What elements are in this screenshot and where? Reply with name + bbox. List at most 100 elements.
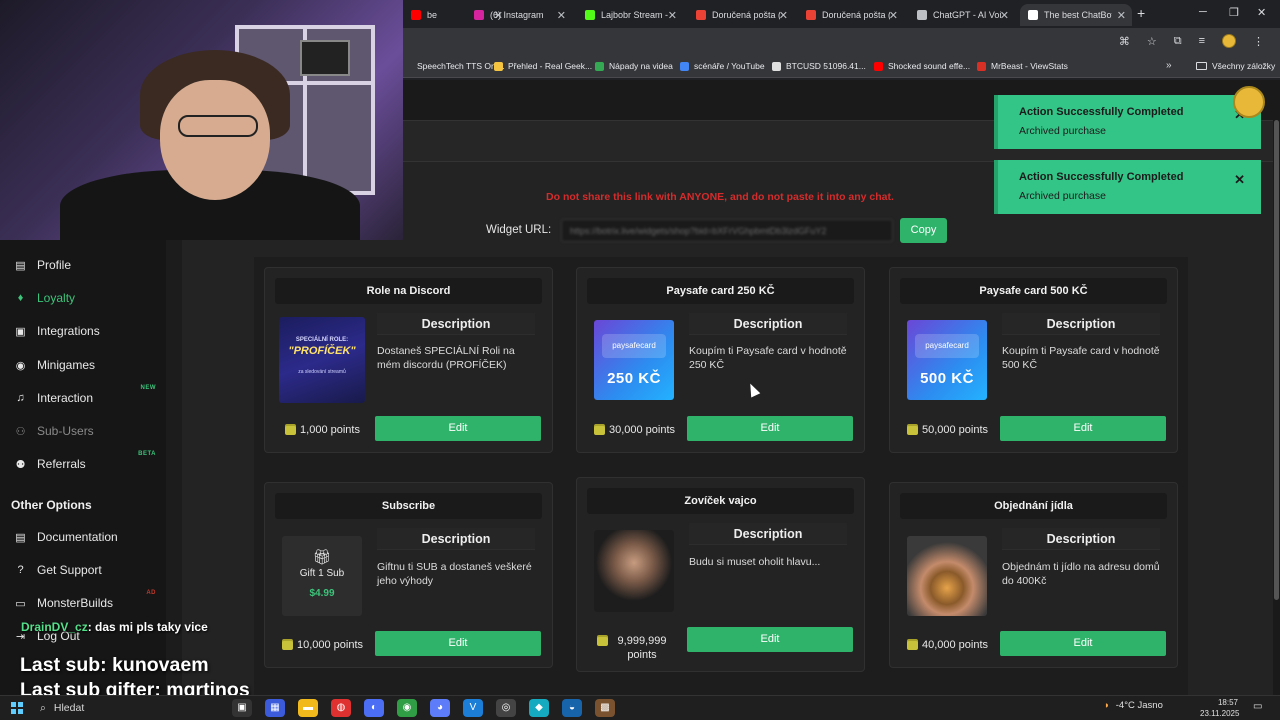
weather-widget[interactable]: ◗ -4°C Jasno (1104, 700, 1163, 711)
scrollbar-thumb[interactable] (1274, 120, 1279, 600)
reward-title: Zovíček vajco (587, 488, 854, 514)
edit-button[interactable]: Edit (1000, 631, 1166, 656)
bookmark[interactable]: MrBeast - ViewStats (977, 61, 1068, 71)
bookmark[interactable]: SpeechTech TTS Onl... (403, 61, 505, 71)
browser-tab[interactable]: Doručená pošta (✕ (798, 4, 904, 26)
sidebar-item-loyalty[interactable]: ♦ Loyalty (14, 291, 164, 305)
browser-tab[interactable]: The best ChatBot ✕ (1020, 4, 1132, 26)
points-cost: 50,000 points (900, 424, 995, 436)
browser-tab[interactable]: Doručená pošta (✕ (688, 4, 794, 26)
edit-button[interactable]: Edit (375, 416, 541, 441)
sidebar-item-sub-users[interactable]: ⚇ Sub-Users (14, 424, 164, 438)
browser-tab[interactable]: ChatGPT - AI Voi ✕ (909, 4, 1015, 26)
discord-icon[interactable]: ◕ (430, 699, 450, 717)
browser-tab[interactable]: Lajbobr Stream - ✕ (577, 4, 683, 26)
close-tab-icon[interactable]: ✕ (1117, 9, 1126, 22)
taskbar-search[interactable]: ⌕ Hledat (32, 698, 210, 718)
sidebar-item-documentation[interactable]: ▤ Documentation (14, 530, 164, 544)
edit-button[interactable]: Edit (687, 416, 853, 441)
restore-icon[interactable]: ❐ (1229, 6, 1239, 19)
close-tab-icon[interactable]: ✕ (889, 9, 898, 22)
copy-button[interactable]: Copy (900, 218, 947, 243)
warning-text: Do not share this link with ANYONE, and … (546, 191, 894, 203)
notification-icon[interactable]: ▭ (1253, 701, 1262, 712)
file-explorer-icon[interactable]: ▬ (298, 699, 318, 717)
steam-icon[interactable]: ◒ (562, 699, 582, 717)
music-icon: ♫ (16, 392, 25, 404)
nav-badge: NEW (140, 385, 156, 391)
coins-icon (593, 425, 605, 435)
menu-icon[interactable]: ⋮ (1253, 35, 1264, 48)
close-tab-icon[interactable]: ✕ (1000, 9, 1009, 22)
users-icon: ⚇ (15, 425, 26, 438)
chrome-icon[interactable]: ◉ (397, 699, 417, 717)
close-tab-icon[interactable]: ✕ (779, 9, 788, 22)
clock[interactable]: 18:57 23.11.2025 (1200, 697, 1239, 719)
bookmark[interactable]: BTCUSD 51096.41... (772, 61, 866, 71)
points-cost: 1,000 points (275, 424, 370, 436)
points-cost: 10,000 points (275, 639, 370, 651)
bookmark[interactable]: Přehled - Real Geek... (494, 61, 592, 71)
app-icon[interactable]: ◆ (529, 699, 549, 717)
bookmark[interactable]: Shocked sound effe... (874, 61, 970, 71)
close-tab-icon[interactable]: ✕ (668, 9, 677, 22)
description-heading: Description (689, 523, 847, 545)
close-window-icon[interactable]: ✕ (1257, 6, 1266, 19)
other-options-heading: Other Options (11, 498, 92, 512)
close-icon[interactable]: ✕ (1234, 172, 1245, 188)
sidebar-item-integrations[interactable]: ▣ Integrations (14, 324, 164, 338)
minimize-icon[interactable]: ─ (1199, 6, 1207, 18)
youtube-icon (411, 10, 421, 20)
bookmark-icon (772, 61, 781, 71)
edit-button[interactable]: Edit (687, 627, 853, 652)
new-tab-button[interactable]: + (1137, 5, 1145, 21)
sidebar-item-monsterbuilds[interactable]: ▭ MonsterBuilds AD (14, 590, 164, 610)
sidebar-item-referrals[interactable]: ⚉ Referrals BETA (14, 451, 164, 471)
paysafecard-logo: paysafecard (602, 334, 666, 358)
app-icon[interactable]: ◐ (364, 699, 384, 717)
app-icon[interactable]: V (463, 699, 483, 717)
description-heading: Description (377, 313, 535, 335)
reward-card: Zovíček vajco Description Budu si muset … (576, 477, 865, 672)
sidebar-item-get-support[interactable]: ? Get Support (14, 563, 164, 577)
reward-title: Objednání jídla (900, 493, 1167, 519)
reward-image (594, 530, 674, 612)
lajbobr-icon (585, 10, 595, 20)
close-tab-icon[interactable]: ✕ (557, 9, 566, 22)
gift-icon: 🎁︎ (312, 549, 332, 566)
bookmark-icon (403, 61, 412, 71)
id-card-icon: ▤ (15, 259, 26, 272)
sidebar-item-interaction[interactable]: ♫ Interaction NEW (14, 385, 164, 405)
scrollbar[interactable] (1273, 80, 1280, 695)
paysafecard-logo: paysafecard (915, 334, 979, 358)
obs-icon[interactable]: ◎ (496, 699, 516, 717)
reading-list-icon[interactable]: ≡ (1199, 35, 1205, 47)
sidebar-item-minigames[interactable]: ◉ Minigames (14, 358, 164, 372)
bookmark[interactable]: scénáře / YouTube (680, 61, 765, 71)
description-text: Giftnu ti SUB a dostaneš veškeré jeho vý… (377, 561, 532, 587)
app-icon[interactable]: ◍ (331, 699, 351, 717)
widget-url-field[interactable]: https://botrix.live/widgets/shop?bid=bXF… (561, 219, 893, 242)
app-icon[interactable]: ▩ (595, 699, 615, 717)
last-sub-text: Last sub: kunovaem (20, 654, 209, 676)
profile-avatar[interactable] (1222, 34, 1236, 48)
reward-image: 🎁︎ Gift 1 Sub $4.99 (282, 536, 362, 616)
edit-button[interactable]: Edit (1000, 416, 1166, 441)
translate-icon[interactable]: ⌘ (1119, 35, 1130, 48)
description-text: Koupím ti Paysafe card v hodnotě 250 KČ (689, 345, 847, 371)
star-icon[interactable]: ☆ (1147, 35, 1157, 48)
sidebar-item-profile[interactable]: ▤ Profile (14, 258, 164, 272)
user-avatar[interactable] (1233, 86, 1265, 118)
windows-start-icon[interactable] (11, 702, 23, 714)
description-heading: Description (689, 313, 847, 335)
bookmark[interactable]: Nápady na videa (595, 61, 673, 71)
edit-button[interactable]: Edit (375, 631, 541, 656)
extensions-icon[interactable]: ⧉ (1174, 35, 1182, 48)
task-view-icon[interactable]: ▣ (232, 699, 252, 717)
app-icon[interactable]: ▦ (265, 699, 285, 717)
browser-tab[interactable]: (6) Instagram ✕ (466, 4, 572, 26)
gmail-icon (806, 10, 816, 20)
all-bookmarks[interactable]: Všechny záložky (1196, 61, 1275, 71)
reward-card: Subscribe 🎁︎ Gift 1 Sub $4.99 Descriptio… (264, 482, 553, 668)
chevron-more-icon[interactable]: » (1166, 60, 1172, 71)
